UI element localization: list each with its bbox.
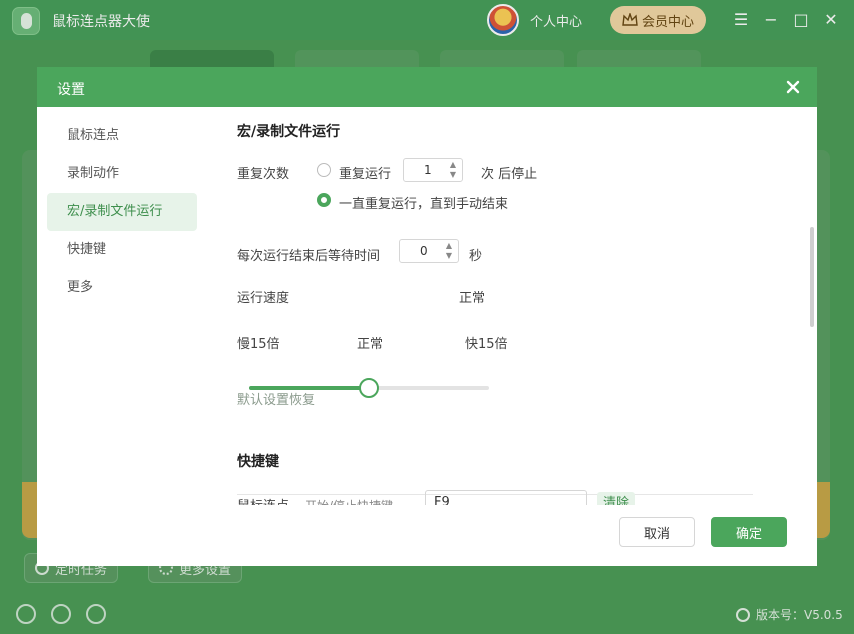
wait-time-unit: 秒 [469, 249, 483, 264]
loop-forever-label: 一直重复运行，直到手动结束 [339, 197, 509, 212]
speed-max-label: 快15倍 [465, 337, 508, 352]
repeat-count-radio[interactable] [317, 163, 331, 177]
hotkey-row-hint: 开始/停止快捷键 [305, 497, 393, 505]
hotkey-section-title: 快捷键 [237, 454, 279, 470]
repeat-count-stepper[interactable]: 1 ▲ ▼ [403, 158, 463, 182]
nav-item-hotkey[interactable]: 快捷键 [47, 231, 197, 269]
restore-defaults-link[interactable]: 默认设置恢复 [237, 389, 315, 408]
close-icon[interactable] [783, 77, 803, 97]
loop-forever-radio[interactable] [317, 193, 331, 207]
dialog-footer: 取消 确定 [37, 505, 817, 566]
nav-item-macro-run[interactable]: 宏/录制文件运行 [47, 193, 197, 231]
repeat-count-value: 1 [424, 163, 432, 177]
settings-content: 宏/录制文件运行 重复次数 重复运行 1 ▲ ▼ 次 后停止 一直重复运行，直到手… [237, 107, 797, 505]
repeat-suffix-label: 次 后停止 [481, 167, 538, 182]
hotkey-clear-button[interactable]: 清除 [597, 492, 636, 505]
stepper-arrows-icon[interactable]: ▲ ▼ [444, 241, 454, 261]
dialog-header: 设置 [37, 67, 817, 107]
hotkey-input[interactable]: F9 [425, 490, 587, 505]
repeat-option-label: 重复运行 [339, 167, 392, 182]
settings-dialog: 设置 鼠标连点 录制动作 宏/录制文件运行 快捷键 更多 宏/录制文件运行 重复… [37, 67, 817, 566]
dialog-title: 设置 [57, 82, 85, 98]
wait-time-stepper[interactable]: 0 ▲ ▼ [399, 239, 459, 263]
cancel-button[interactable]: 取消 [619, 517, 695, 547]
nav-item-mouse-click[interactable]: 鼠标连点 [47, 117, 197, 155]
speed-current-value: 正常 [459, 291, 486, 306]
wait-time-label: 每次运行结束后等待时间 [237, 249, 381, 264]
settings-nav: 鼠标连点 录制动作 宏/录制文件运行 快捷键 更多 [47, 117, 197, 307]
speed-label: 运行速度 [237, 291, 290, 306]
content-scrollbar[interactable] [810, 227, 814, 327]
macro-section-title: 宏/录制文件运行 [237, 124, 341, 140]
hotkey-row-label: 鼠标连点 [237, 495, 289, 505]
nav-item-record-action[interactable]: 录制动作 [47, 155, 197, 193]
repeat-count-label: 重复次数 [237, 167, 290, 182]
stepper-arrows-icon[interactable]: ▲ ▼ [448, 160, 458, 180]
wait-time-value: 0 [420, 244, 428, 258]
speed-slider-thumb[interactable] [359, 378, 379, 398]
nav-item-more[interactable]: 更多 [47, 269, 197, 307]
confirm-button[interactable]: 确定 [711, 517, 787, 547]
speed-min-label: 慢15倍 [237, 337, 280, 352]
speed-mid-label: 正常 [357, 337, 384, 352]
